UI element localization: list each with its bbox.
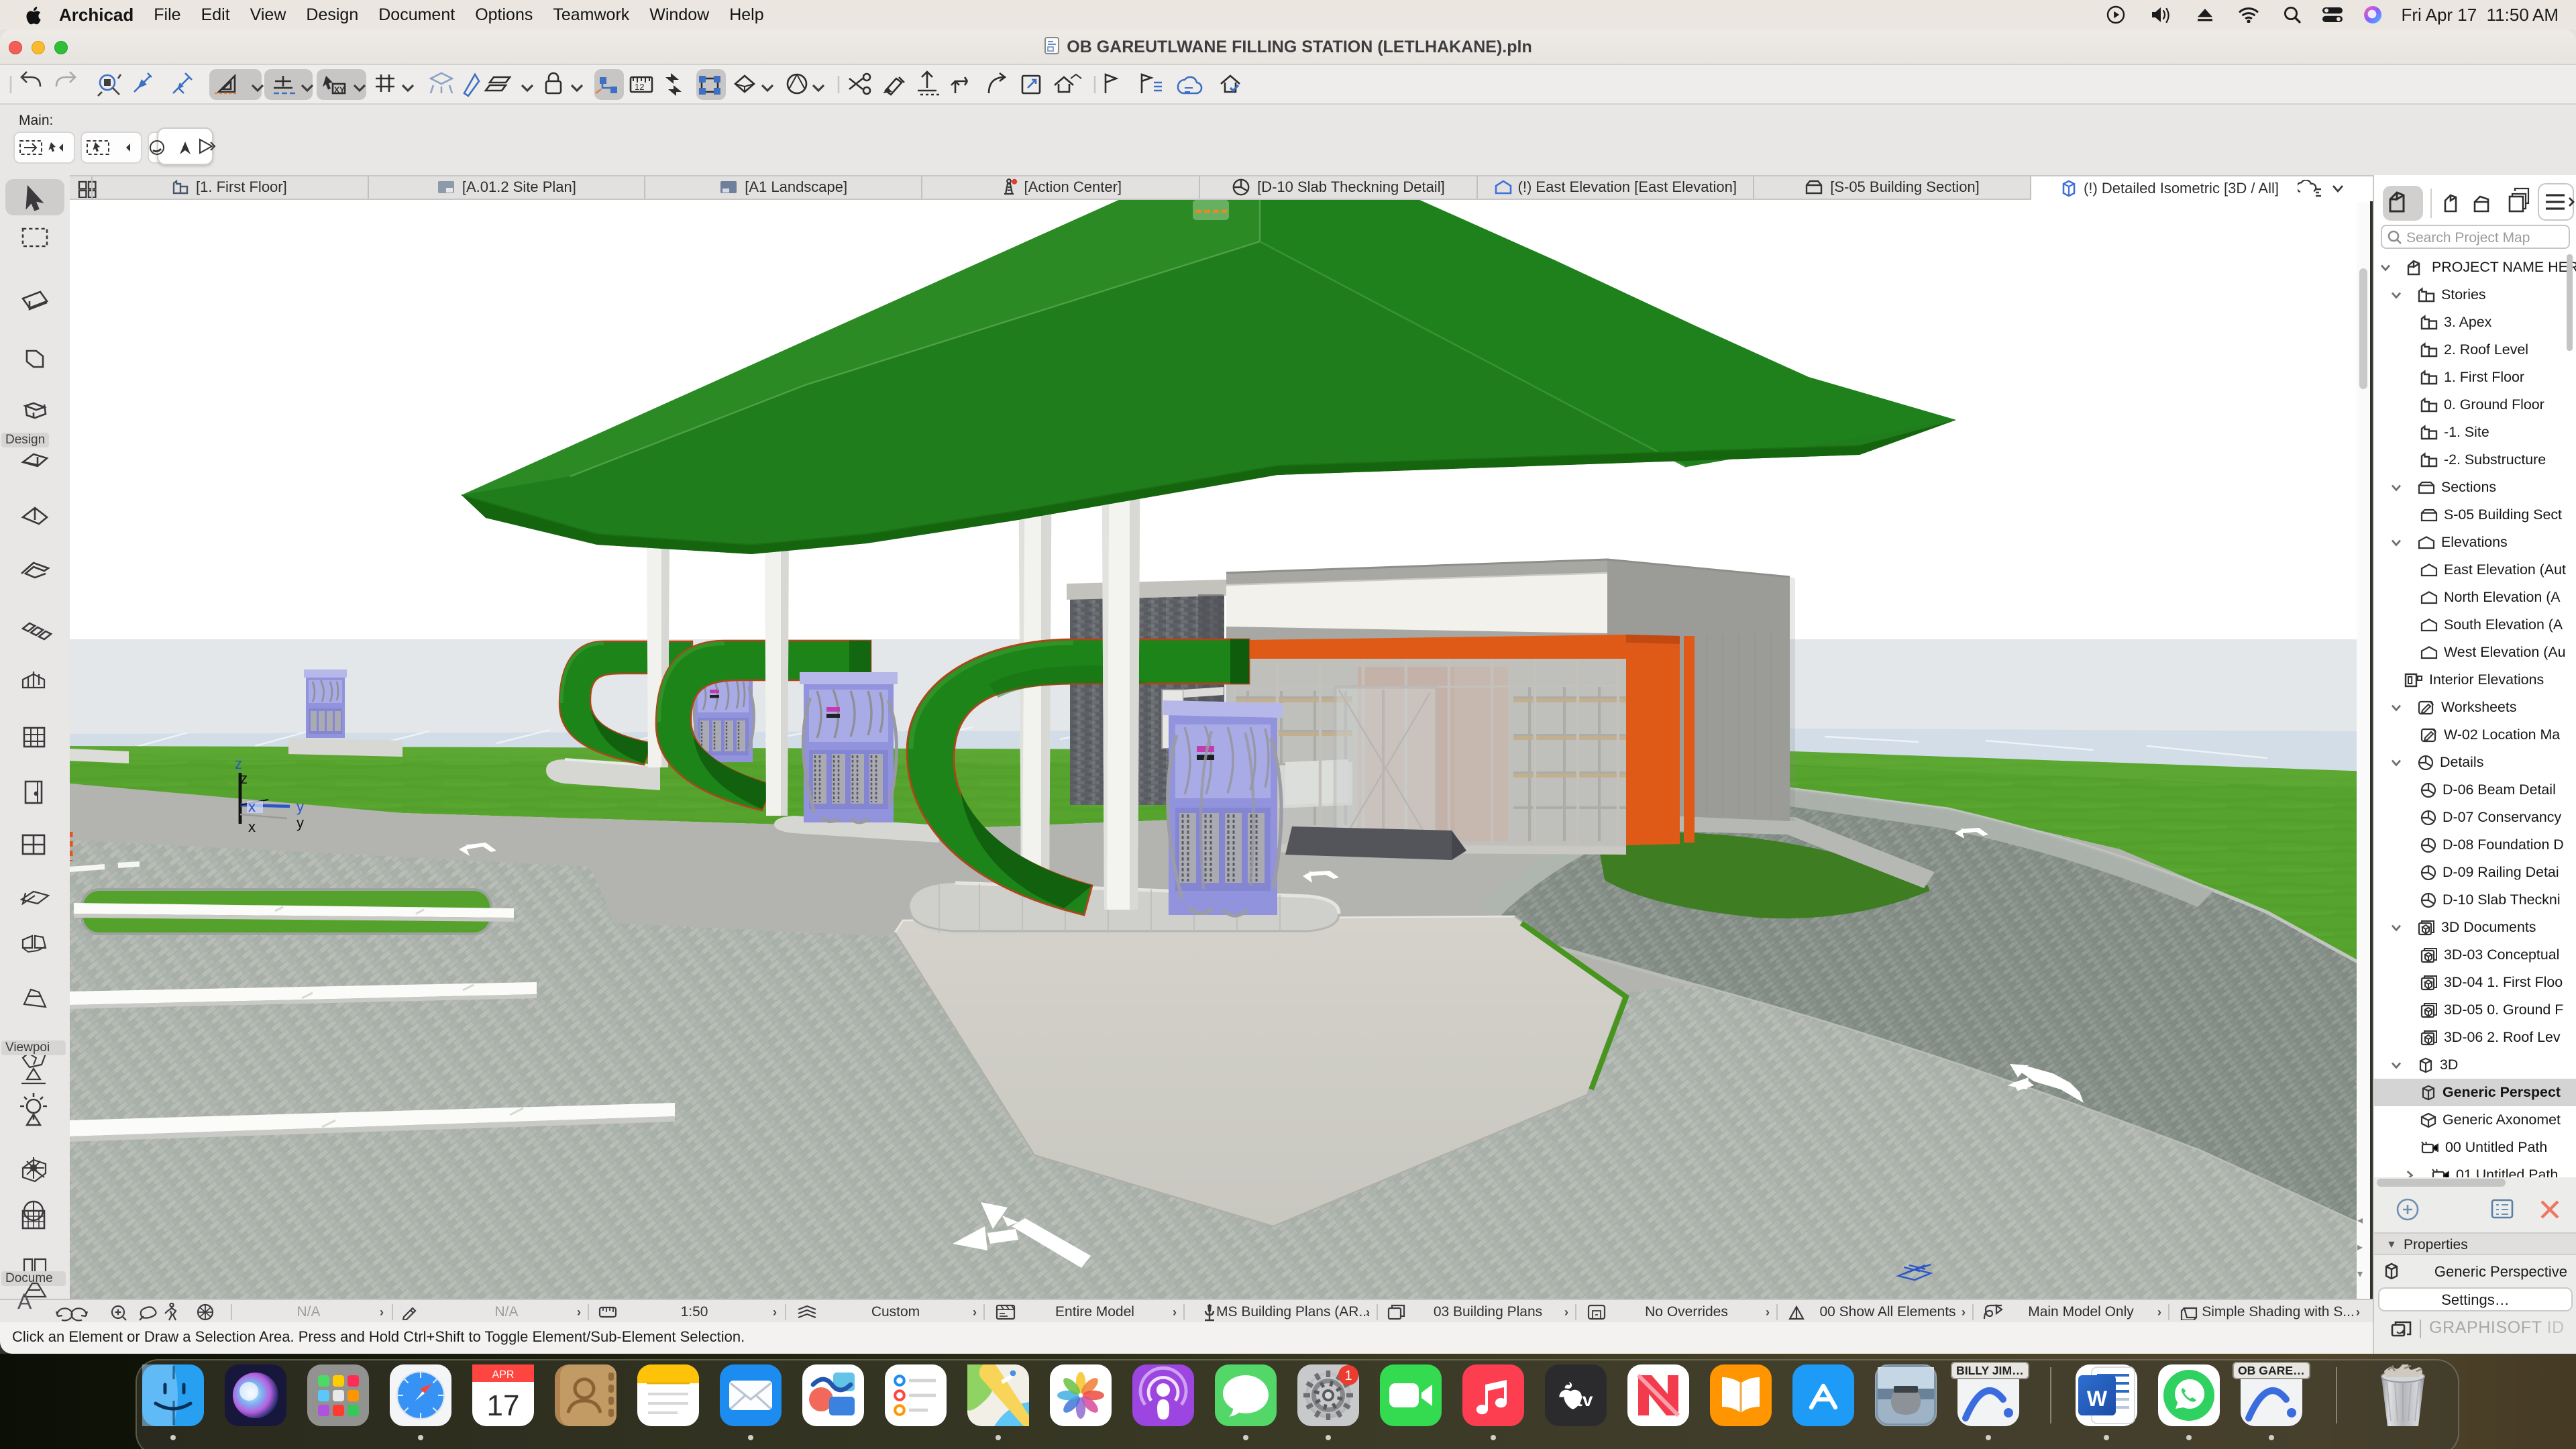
- svg-text:▾: ▾: [2357, 1269, 2363, 1280]
- svg-text:z: z: [240, 770, 248, 787]
- svg-text:tv: tv: [1576, 1389, 1593, 1410]
- svg-text:W: W: [2087, 1387, 2108, 1411]
- svg-text:APR: APR: [492, 1369, 515, 1381]
- svg-text:▸: ▸: [2357, 1242, 2363, 1253]
- svg-text:y: y: [297, 798, 304, 815]
- svg-text:y: y: [297, 814, 304, 831]
- svg-text:x: x: [248, 798, 256, 815]
- svg-text:1: 1: [1344, 1368, 1352, 1383]
- svg-text:17: 17: [487, 1389, 520, 1422]
- svg-text:12: 12: [635, 82, 644, 92]
- svg-text:XY: XY: [334, 85, 345, 95]
- svg-text:x: x: [248, 818, 256, 835]
- svg-text:◂: ◂: [2357, 1215, 2363, 1226]
